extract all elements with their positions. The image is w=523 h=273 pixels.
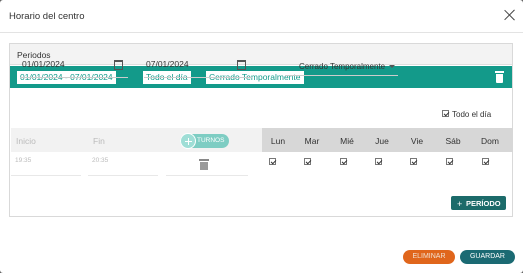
save-button[interactable]: GUARDAR <box>460 250 515 264</box>
col-start-header: Inicio <box>16 136 36 146</box>
add-period-label: PERÍODO <box>466 199 501 208</box>
modal-title: Horario del centro <box>9 11 85 22</box>
col-end-header: Fin <box>93 136 105 146</box>
day-header: Dom <box>481 136 499 146</box>
end-date-value: 07/01/2024 <box>146 59 189 69</box>
day-checkbox-dom[interactable] <box>482 158 489 165</box>
day-header: Mié <box>340 136 354 146</box>
day-header: Lun <box>270 136 286 146</box>
plus-icon <box>180 133 196 149</box>
all-day-label: Todo el día <box>452 110 492 119</box>
calendar-icon[interactable] <box>237 60 246 70</box>
schedule-modal: Horario del centro Periodos 01/01/2024 -… <box>0 0 523 273</box>
day-header: Mar <box>304 136 320 146</box>
row-divider <box>88 175 158 176</box>
start-date-field[interactable]: 01/01/2024 <box>20 56 128 78</box>
calendar-icon[interactable] <box>114 60 123 70</box>
day-checkbox-mar[interactable] <box>304 158 311 165</box>
trash-icon[interactable] <box>199 159 209 170</box>
day-checkbox-mie[interactable] <box>340 158 347 165</box>
schedule-table-header: Inicio Fin Lun Mar Mié Jue Vie Sáb Dom <box>11 128 513 152</box>
row-divider <box>11 175 81 176</box>
day-checkbox-vie[interactable] <box>410 158 417 165</box>
days-header: Lun Mar Mié Jue Vie Sáb Dom <box>262 128 513 152</box>
day-checkbox-jue[interactable] <box>375 158 382 165</box>
end-date-field[interactable]: 07/01/2024 <box>144 56 252 78</box>
all-day-checkbox[interactable] <box>442 110 449 117</box>
day-header: Jue <box>375 136 389 146</box>
delete-period-icon[interactable] <box>495 71 504 83</box>
row-start-time[interactable]: 19:35 <box>15 157 31 164</box>
plus-icon: + <box>457 199 463 209</box>
row-end-time[interactable]: 20:35 <box>92 157 108 164</box>
day-checkbox-lun[interactable] <box>269 158 276 165</box>
add-period-button[interactable]: + PERÍODO <box>451 196 506 210</box>
status-select[interactable]: Cerrado Temporalmente <box>285 56 398 76</box>
chevron-down-icon <box>389 65 395 68</box>
day-header: Sáb <box>445 136 461 146</box>
close-icon[interactable] <box>503 8 517 22</box>
day-checkbox-sab[interactable] <box>446 158 453 165</box>
turnos-label: TURNOS <box>197 137 225 144</box>
delete-button[interactable]: ELIMINAR <box>403 250 455 264</box>
day-header: Vie <box>410 136 424 146</box>
status-select-value: Cerrado Temporalmente <box>299 62 386 71</box>
header-divider <box>0 32 523 33</box>
start-date-value: 01/01/2024 <box>22 59 65 69</box>
add-turnos-button[interactable]: TURNOS <box>180 133 229 149</box>
row-divider <box>166 175 248 176</box>
